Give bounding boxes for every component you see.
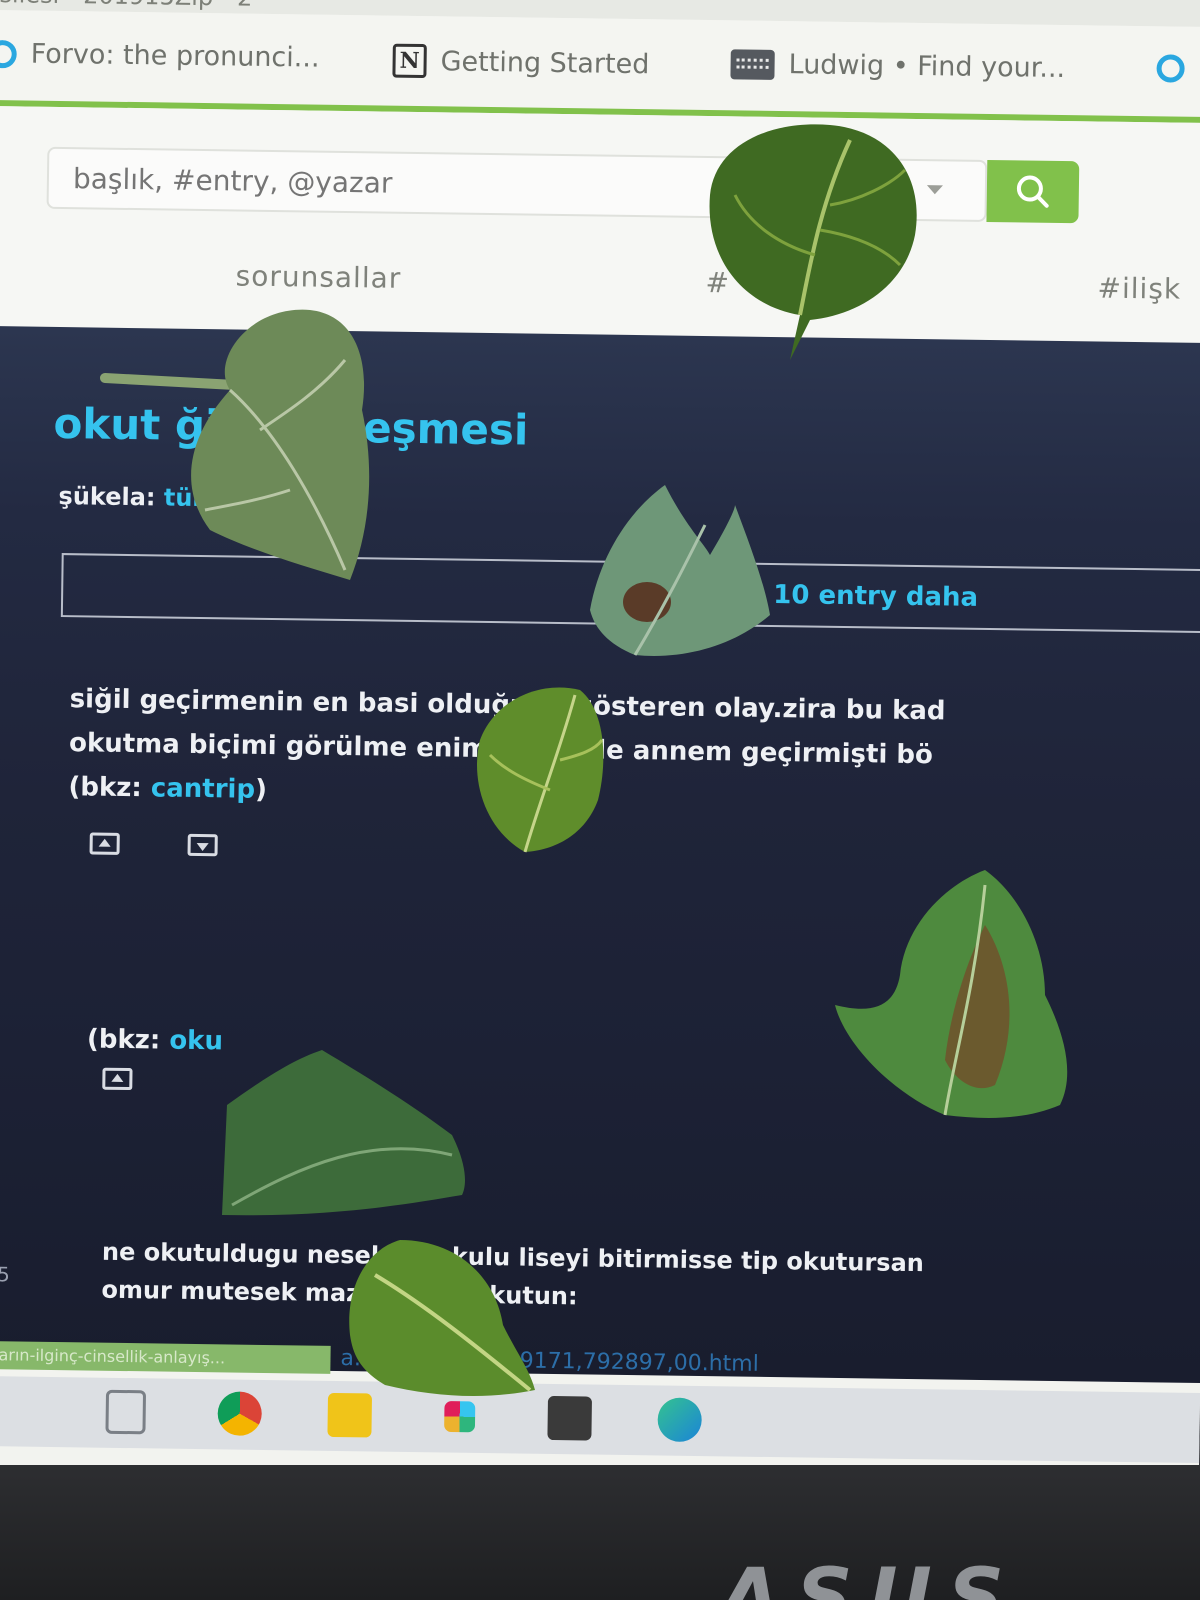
leaf-dark-lower-left	[222, 1050, 465, 1216]
leaf-pale-upper-left	[100, 309, 370, 580]
bkz-suffix: )	[254, 774, 268, 805]
task-view-icon[interactable]	[105, 1389, 147, 1435]
entry-2: (bkz: oku	[87, 1017, 224, 1063]
side-number: 105	[0, 1261, 11, 1287]
notion-icon: N	[392, 43, 427, 79]
upvote-icon[interactable]	[102, 1067, 133, 1091]
leaf-blighted-right	[835, 870, 1068, 1155]
bookmark-label: Ludwig • Find your...	[788, 49, 1066, 85]
forvo-icon	[0, 39, 17, 68]
photo: silesi - 201915Zip - 2 Forvo: the pronun…	[0, 0, 1200, 1600]
bookmark-getting-started[interactable]: N Getting Started	[392, 43, 650, 82]
bkz-link[interactable]: cantrip	[151, 773, 256, 804]
upvote-icon[interactable]	[89, 832, 120, 855]
bookmark-icon	[1156, 54, 1185, 83]
taskbar	[0, 1375, 1200, 1464]
leaf-yellowing-center	[477, 687, 604, 853]
bkz-link[interactable]: oku	[169, 1026, 223, 1057]
ludwig-icon	[730, 48, 775, 80]
bkz-prefix: (bkz:	[86, 1024, 170, 1056]
leaf-yellowing-bottom	[349, 1240, 535, 1397]
bookmark-forvo[interactable]: Forvo: the pronunci...	[0, 38, 320, 74]
search-button[interactable]	[986, 159, 1080, 224]
bookmark-ludwig[interactable]: Ludwig • Find your...	[730, 48, 1065, 84]
leaf-curled-top	[709, 124, 917, 361]
more-entries-label: 10 entry daha	[773, 579, 979, 613]
nav-iliskiler[interactable]: #ilişk	[1097, 271, 1181, 305]
brand-logo: ASUS	[720, 1553, 1021, 1600]
figma-icon[interactable]	[547, 1395, 593, 1441]
slack-icon[interactable]	[444, 1401, 476, 1433]
bkz-prefix: (bkz:	[68, 772, 152, 804]
search-icon	[1016, 175, 1049, 208]
nav-sorunsallar[interactable]: sorunsallar	[235, 259, 401, 294]
search-bar	[46, 146, 1088, 226]
bookmark-more[interactable]	[1156, 54, 1185, 83]
downvote-icon[interactable]	[187, 833, 218, 857]
bookmark-label: Forvo: the pronunci...	[30, 38, 320, 74]
leaf-spotted-center	[590, 485, 770, 656]
edge-icon[interactable]	[657, 1397, 702, 1443]
chrome-icon[interactable]	[217, 1391, 263, 1436]
related-link[interactable]: mların-ilginç-cinsellik-anlayış...	[0, 1340, 331, 1374]
bookmark-label: Getting Started	[440, 45, 650, 80]
